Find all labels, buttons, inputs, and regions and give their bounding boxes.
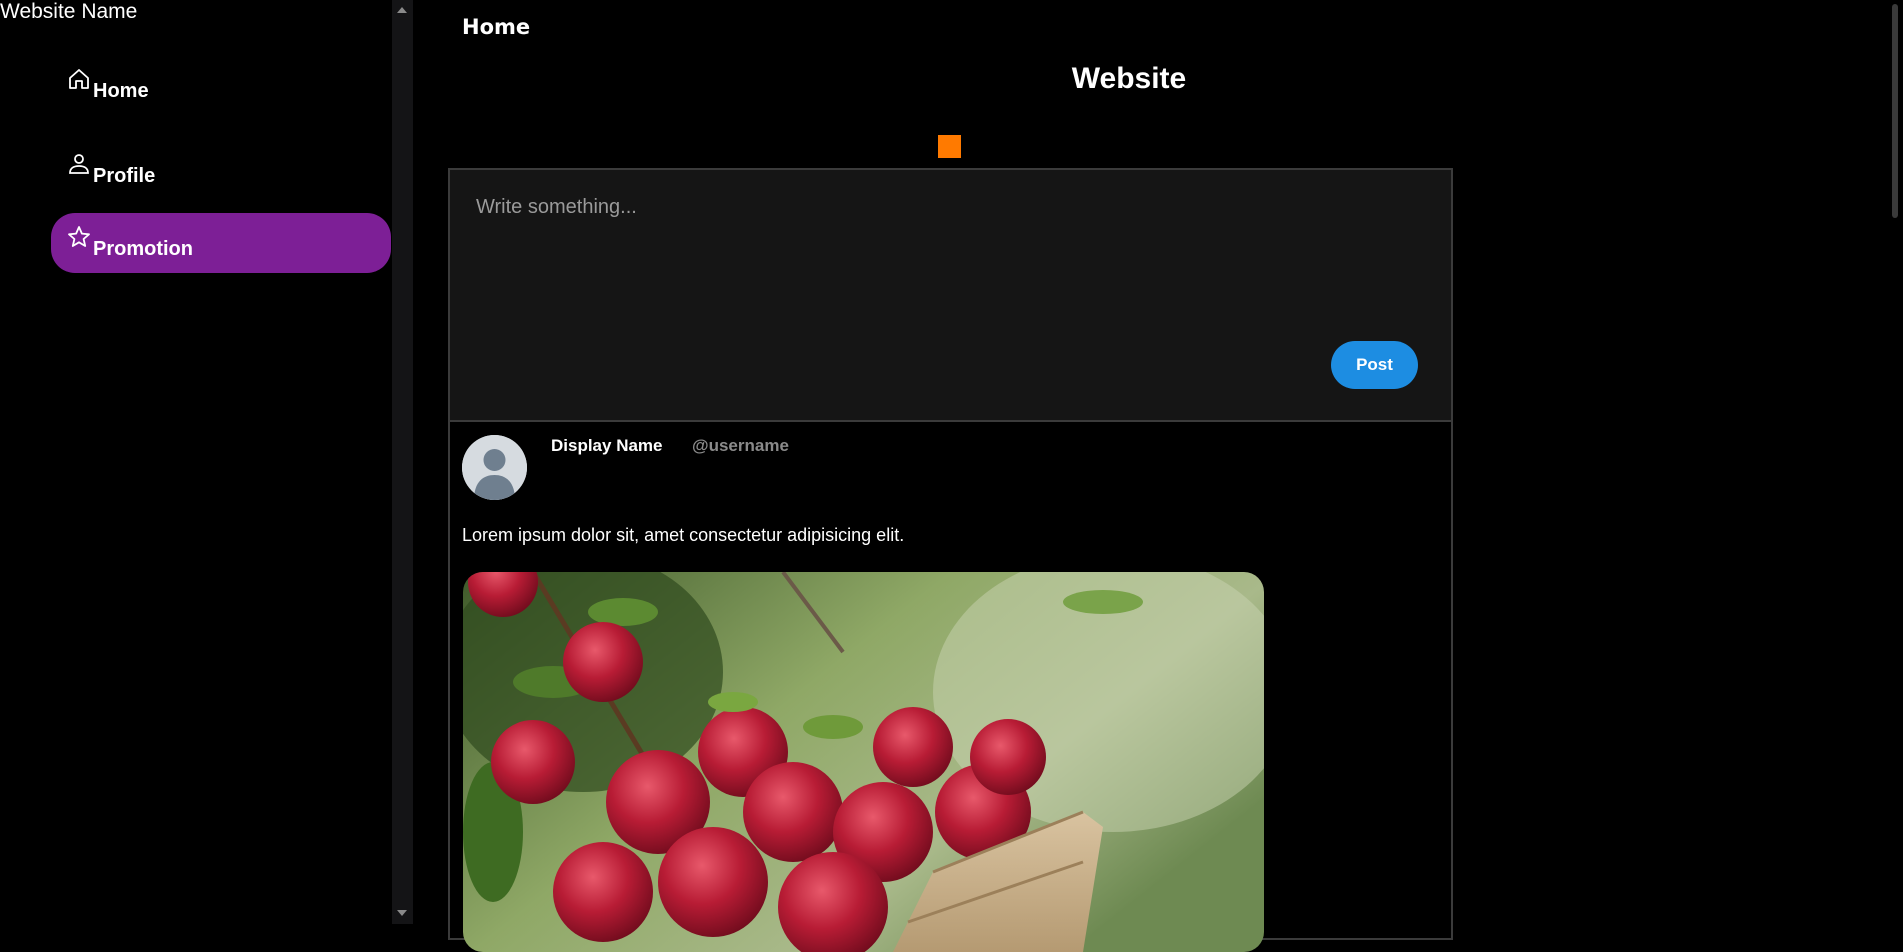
sidebar-scrollbar[interactable] bbox=[392, 0, 413, 924]
sidebar-item-label: Promotion bbox=[93, 238, 193, 260]
sidebar-item-label: Home bbox=[93, 80, 149, 102]
page-title: Home bbox=[462, 15, 531, 39]
scrollbar-thumb[interactable] bbox=[1892, 4, 1898, 218]
post-composer: Post bbox=[448, 168, 1453, 422]
post-button[interactable]: Post bbox=[1331, 341, 1418, 389]
avatar[interactable] bbox=[462, 435, 527, 500]
home-icon bbox=[67, 67, 91, 91]
sidebar: Website Name Home Profile Promotion bbox=[0, 0, 392, 924]
site-heading: Website bbox=[1071, 62, 1187, 95]
compose-input[interactable] bbox=[474, 194, 1418, 338]
page-scrollbar[interactable] bbox=[1886, 0, 1903, 924]
user-icon bbox=[67, 152, 91, 176]
main-content: Home Website Post Display Name @username… bbox=[413, 0, 1903, 952]
loading-indicator bbox=[938, 135, 961, 158]
scroll-down-icon[interactable] bbox=[397, 910, 407, 916]
post-card: Display Name @username Lorem ipsum dolor… bbox=[448, 420, 1453, 952]
site-name: Website Name bbox=[0, 0, 138, 23]
display-name[interactable]: Display Name bbox=[551, 436, 663, 456]
sidebar-item-promotion[interactable]: Promotion bbox=[51, 213, 391, 273]
post-text: Lorem ipsum dolor sit, amet consectetur … bbox=[462, 525, 905, 545]
sidebar-item-home[interactable]: Home bbox=[51, 55, 391, 115]
post-image[interactable] bbox=[463, 572, 1264, 952]
star-icon bbox=[67, 225, 91, 249]
sidebar-item-label: Profile bbox=[93, 165, 156, 187]
username[interactable]: @username bbox=[692, 436, 789, 456]
scroll-up-icon[interactable] bbox=[397, 7, 407, 13]
sidebar-item-profile[interactable]: Profile bbox=[51, 140, 391, 200]
